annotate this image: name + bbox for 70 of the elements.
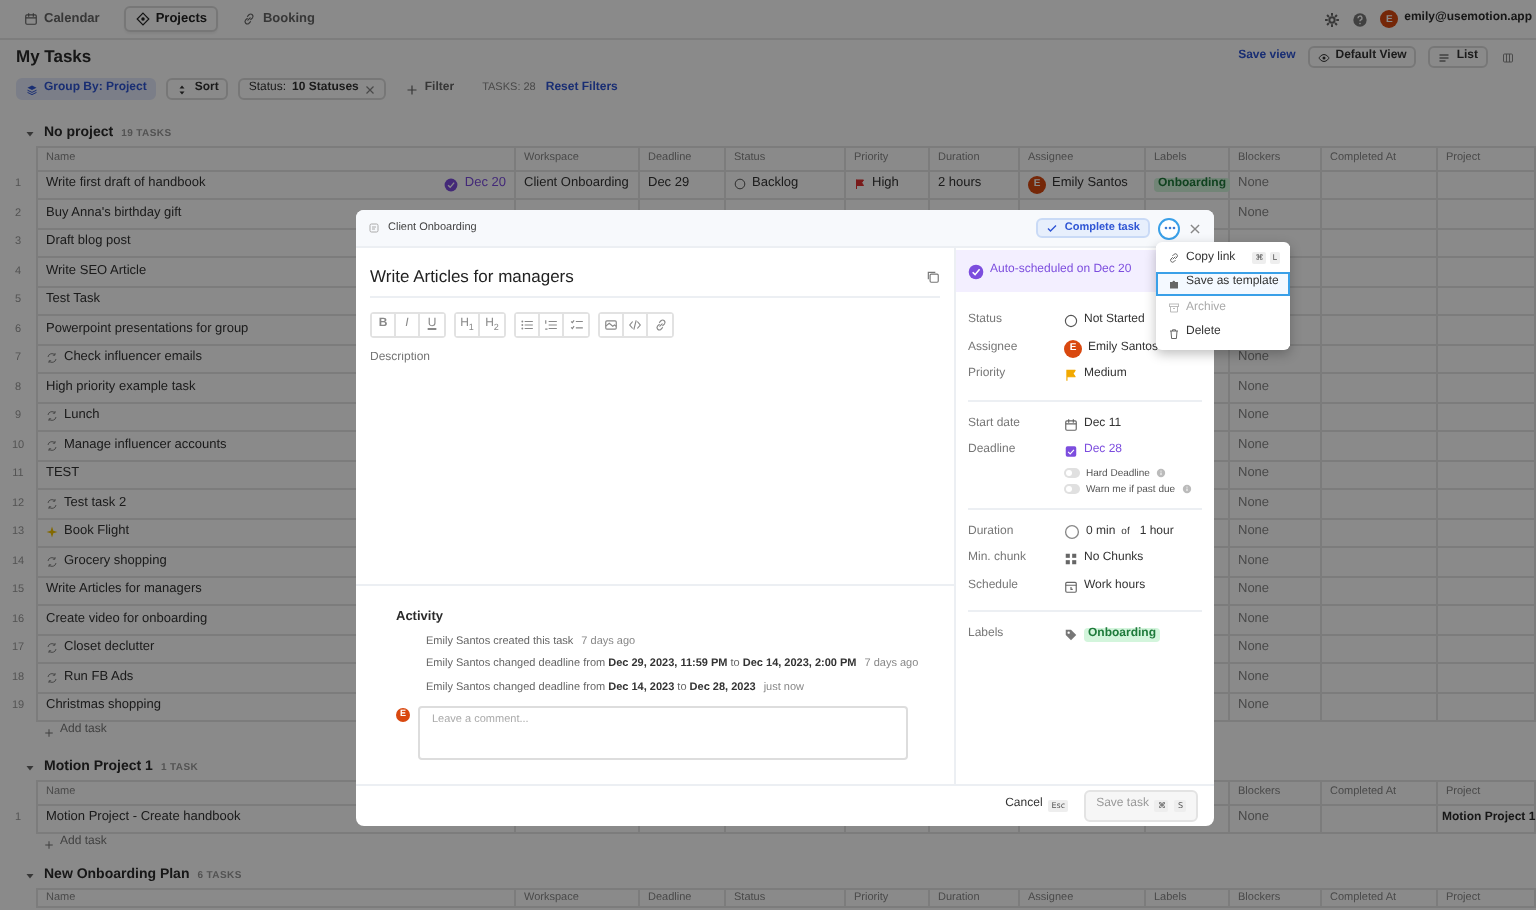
link-icon bbox=[1168, 252, 1180, 265]
repeat-icon bbox=[46, 410, 58, 423]
status-circle-icon bbox=[734, 178, 746, 191]
info-icon bbox=[1181, 484, 1192, 494]
settings-icon bbox=[1324, 11, 1341, 27]
plus-icon bbox=[44, 839, 54, 849]
calendar-icon bbox=[1064, 417, 1078, 432]
info-icon bbox=[1155, 468, 1166, 478]
circle-icon bbox=[1064, 524, 1080, 541]
code-icon bbox=[628, 318, 642, 333]
eye-icon bbox=[1317, 51, 1330, 63]
caret-icon bbox=[24, 870, 36, 882]
calendar-clock-icon bbox=[1064, 579, 1078, 594]
checklist-icon bbox=[569, 318, 583, 333]
page-title: My Tasks bbox=[16, 46, 94, 68]
project-icon bbox=[368, 222, 380, 234]
repeat-icon bbox=[46, 555, 58, 568]
archive-icon bbox=[1168, 302, 1180, 315]
repeat-icon bbox=[46, 671, 58, 684]
tag-icon bbox=[1064, 628, 1078, 643]
sparkle-icon bbox=[46, 526, 58, 539]
format-button[interactable] bbox=[540, 314, 564, 337]
flag-icon bbox=[854, 178, 866, 191]
caret-icon bbox=[24, 762, 36, 774]
task-title: Write Articles for managers bbox=[370, 266, 574, 287]
diamond-icon bbox=[135, 11, 150, 26]
repeat-icon bbox=[46, 352, 58, 365]
status-circle-icon bbox=[1064, 314, 1078, 329]
auto-schedule-icon bbox=[968, 263, 984, 279]
repeat-icon bbox=[46, 497, 58, 510]
repeat-icon bbox=[46, 642, 58, 655]
close-icon bbox=[1188, 221, 1202, 235]
collapse-button[interactable] bbox=[24, 128, 36, 140]
remove-filter-button[interactable] bbox=[364, 83, 377, 95]
caret-icon bbox=[24, 128, 36, 140]
list-icon bbox=[1438, 51, 1451, 63]
format-button[interactable] bbox=[516, 314, 540, 337]
calendar-check-icon bbox=[1064, 444, 1078, 459]
collapse-button[interactable] bbox=[24, 762, 36, 774]
close-icon bbox=[364, 83, 377, 95]
format-button[interactable] bbox=[564, 314, 588, 337]
puzzle-icon bbox=[1168, 277, 1180, 290]
format-button[interactable] bbox=[624, 314, 648, 337]
board-icon bbox=[1502, 51, 1514, 63]
link-icon bbox=[653, 318, 667, 333]
format-button[interactable] bbox=[600, 314, 624, 337]
bulleted-list-icon bbox=[520, 318, 534, 333]
toggle-switch[interactable] bbox=[1064, 484, 1080, 494]
close-button[interactable] bbox=[1188, 221, 1202, 235]
link-icon bbox=[242, 11, 257, 26]
copy-button[interactable] bbox=[926, 269, 940, 284]
help-button[interactable] bbox=[1352, 11, 1369, 27]
calendar-icon bbox=[24, 11, 38, 26]
auto-schedule-icon bbox=[444, 177, 459, 192]
sort-icon bbox=[176, 83, 189, 95]
grid-icon bbox=[1064, 552, 1078, 567]
plus-icon bbox=[406, 83, 419, 95]
trash-icon bbox=[1168, 327, 1180, 340]
layers-icon bbox=[26, 83, 38, 95]
numbered-list-icon bbox=[544, 318, 558, 333]
settings-button[interactable] bbox=[1324, 11, 1341, 27]
collapse-button[interactable] bbox=[24, 870, 36, 882]
toggle-switch[interactable] bbox=[1064, 468, 1080, 478]
check-icon bbox=[1046, 222, 1059, 234]
plus-icon bbox=[44, 727, 54, 737]
image-icon bbox=[604, 318, 618, 333]
more-button[interactable] bbox=[1158, 217, 1180, 239]
help-icon bbox=[1352, 11, 1369, 27]
copy-icon bbox=[926, 269, 940, 284]
repeat-icon bbox=[46, 439, 58, 452]
